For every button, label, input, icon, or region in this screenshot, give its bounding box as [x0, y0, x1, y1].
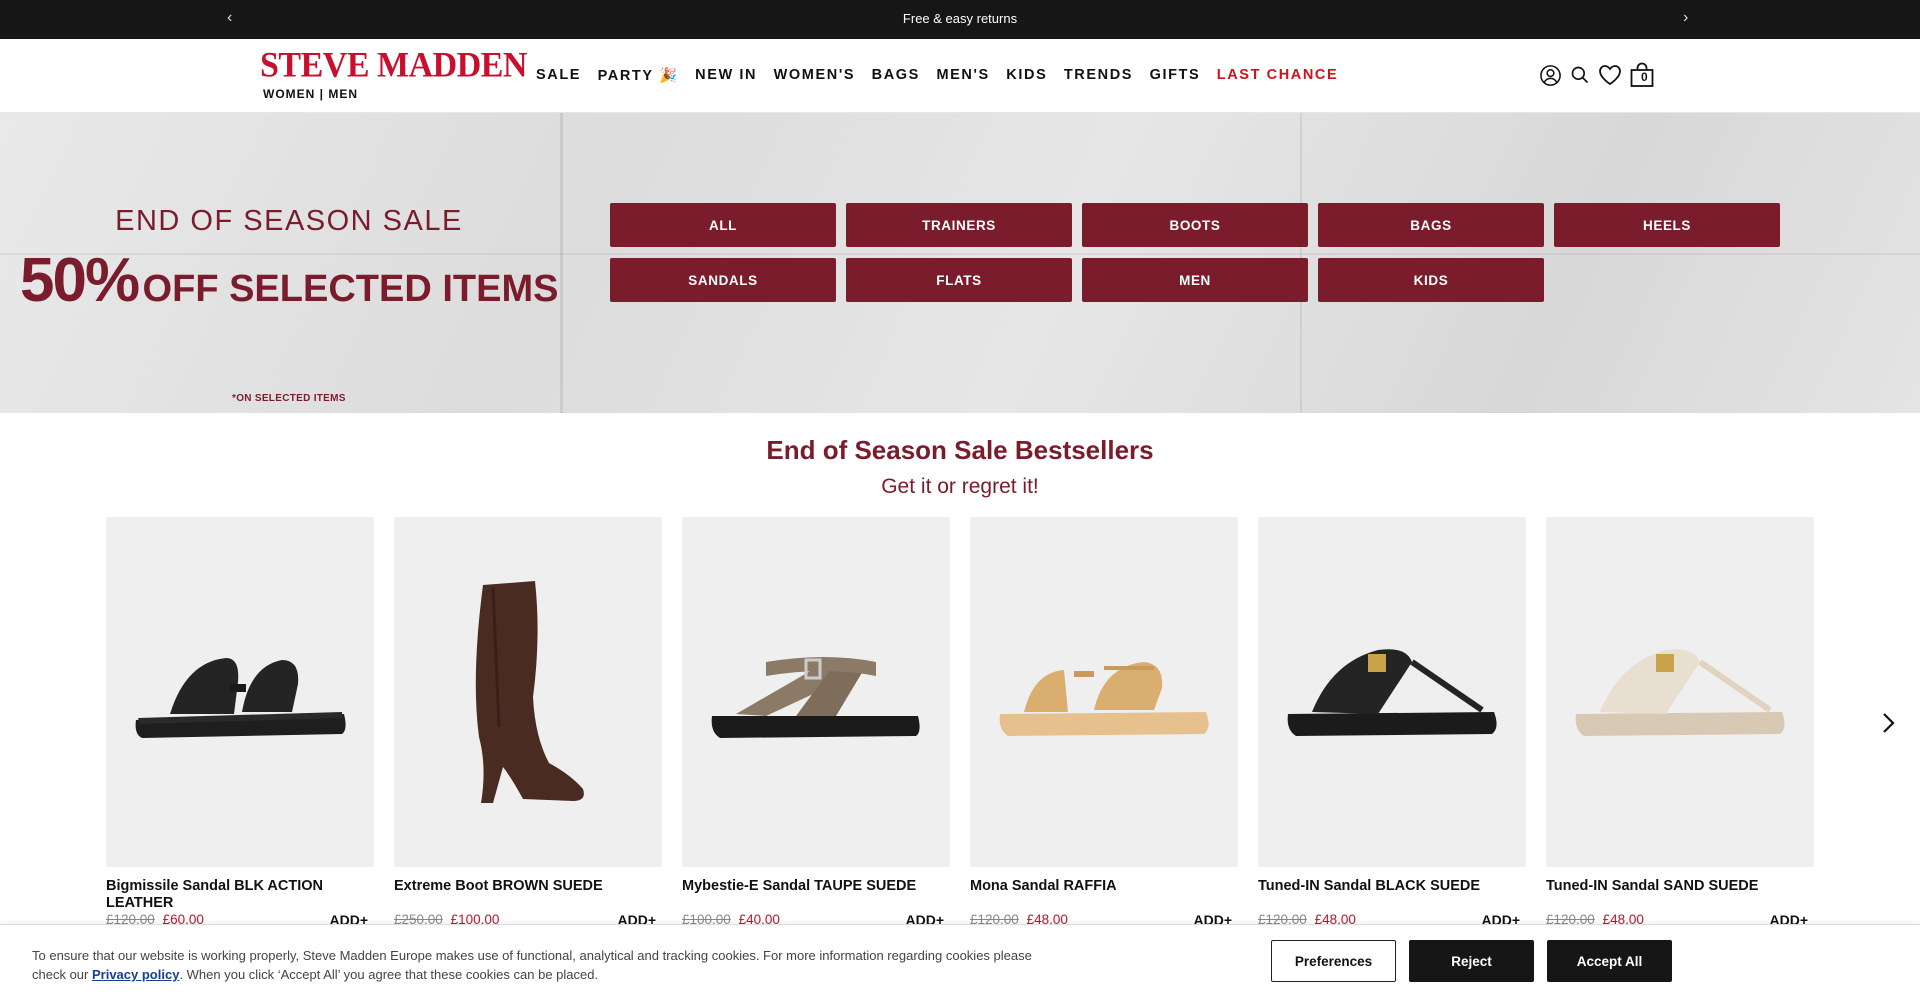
category-button-bags[interactable]: BAGS	[1318, 203, 1544, 247]
site-header: STEVE MADDEN WOMEN | MEN SALE PARTY 🎉 NE…	[0, 39, 1920, 113]
category-button-kids[interactable]: KIDS	[1318, 258, 1544, 302]
product-name[interactable]: Tuned-IN Sandal BLACK SUEDE	[1258, 878, 1526, 912]
cookie-accept-all-button[interactable]: Accept All	[1547, 940, 1672, 982]
product-name[interactable]: Mybestie-E Sandal TAUPE SUEDE	[682, 878, 950, 912]
section-title: End of Season Sale Bestsellers	[766, 435, 1154, 465]
raffia-sandal-image	[999, 662, 1209, 736]
product-image[interactable]	[106, 517, 374, 867]
nav-item-new-in[interactable]: NEW IN	[695, 67, 757, 84]
hero-note: *ON SELECTED ITEMS	[232, 393, 346, 404]
hero-headline: 50% OFF SELECTED ITEMS	[20, 245, 558, 316]
carousel-next-arrow-icon[interactable]	[1876, 710, 1902, 741]
thong-sandal-black-image	[1287, 649, 1497, 736]
logo[interactable]: STEVE MADDEN	[260, 46, 527, 86]
search-icon[interactable]	[1568, 63, 1592, 87]
product-card[interactable]: Mona Sandal RAFFIA £120.00 £48.00 ADD+	[970, 517, 1238, 930]
nav-item-sale[interactable]: SALE	[536, 67, 581, 84]
product-image[interactable]	[1546, 517, 1814, 867]
hero-kicker: END OF SEASON SALE	[115, 205, 463, 237]
account-icon[interactable]	[1538, 63, 1562, 87]
nav-item-bags[interactable]: BAGS	[872, 67, 920, 84]
hero-percent: 50%	[20, 246, 140, 315]
category-button-boots[interactable]: BOOTS	[1082, 203, 1308, 247]
announcement-bar: ‹ Free & easy returns ›	[0, 0, 1920, 39]
privacy-policy-link[interactable]: Privacy policy	[92, 967, 179, 982]
strappy-sandal-image	[711, 657, 920, 738]
nav-item-last-chance[interactable]: LAST CHANCE	[1217, 67, 1339, 84]
category-button-flats[interactable]: FLATS	[846, 258, 1072, 302]
cookie-message: To ensure that our website is working pr…	[32, 946, 1052, 984]
product-card[interactable]: Extreme Boot BROWN SUEDE £250.00 £100.00…	[394, 517, 662, 930]
hero-banner: END OF SEASON SALE 50% OFF SELECTED ITEM…	[0, 113, 1920, 413]
product-card[interactable]: Tuned-IN Sandal SAND SUEDE £120.00 £48.0…	[1546, 517, 1814, 930]
product-name[interactable]: Extreme Boot BROWN SUEDE	[394, 878, 662, 912]
nav-item-party[interactable]: PARTY 🎉	[598, 67, 679, 84]
main-nav: SALE PARTY 🎉 NEW IN WOMEN'S BAGS MEN'S K…	[536, 67, 1355, 84]
product-image[interactable]	[970, 517, 1238, 867]
announcement-message: Free & easy returns	[902, 11, 1018, 26]
product-image[interactable]	[1258, 517, 1526, 867]
nav-item-kids[interactable]: KIDS	[1006, 67, 1047, 84]
nav-item-womens[interactable]: WOMEN'S	[774, 67, 856, 84]
product-card[interactable]: Bigmissile Sandal BLK ACTION LEATHER £12…	[106, 517, 374, 930]
category-button-men[interactable]: MEN	[1082, 258, 1308, 302]
product-name[interactable]: Bigmissile Sandal BLK ACTION LEATHER	[106, 878, 374, 912]
product-card[interactable]: Mybestie-E Sandal TAUPE SUEDE £100.00 £4…	[682, 517, 950, 930]
hero-headline-rest: OFF SELECTED ITEMS	[142, 268, 559, 310]
cookie-banner: To ensure that our website is working pr…	[0, 924, 1920, 993]
thong-sandal-sand-image	[1575, 649, 1785, 736]
cookie-reject-button[interactable]: Reject	[1409, 940, 1534, 982]
wishlist-heart-icon[interactable]	[1598, 63, 1622, 87]
category-button-all[interactable]: ALL	[610, 203, 836, 247]
category-button-sandals[interactable]: SANDALS	[610, 258, 836, 302]
category-button-trainers[interactable]: TRAINERS	[846, 203, 1072, 247]
cookie-text-after: . When you click ‘Accept All’ you agree …	[179, 967, 599, 982]
product-card[interactable]: Tuned-IN Sandal BLACK SUEDE £120.00 £48.…	[1258, 517, 1526, 930]
logo-subline[interactable]: WOMEN | MEN	[263, 87, 358, 101]
hero-texture	[560, 113, 563, 413]
nav-item-gifts[interactable]: GIFTS	[1150, 67, 1201, 84]
category-button-grid: ALL TRAINERS BOOTS BAGS HEELS SANDALS FL…	[610, 203, 1780, 302]
category-button-heels[interactable]: HEELS	[1554, 203, 1780, 247]
product-image[interactable]	[394, 517, 662, 867]
product-carousel: Bigmissile Sandal BLK ACTION LEATHER £12…	[106, 517, 1834, 930]
bag-count-badge: 0	[1641, 70, 1648, 84]
product-name[interactable]: Mona Sandal RAFFIA	[970, 878, 1238, 912]
announcement-next-arrow[interactable]: ›	[1683, 9, 1688, 27]
platform-sandal-image	[135, 658, 346, 738]
nav-item-trends[interactable]: TRENDS	[1064, 67, 1133, 84]
tall-boot-image	[475, 581, 584, 803]
product-name[interactable]: Tuned-IN Sandal SAND SUEDE	[1546, 878, 1814, 912]
section-subtitle: Get it or regret it!	[881, 475, 1039, 498]
product-image[interactable]	[682, 517, 950, 867]
nav-item-mens[interactable]: MEN'S	[936, 67, 989, 84]
cookie-preferences-button[interactable]: Preferences	[1271, 940, 1396, 982]
